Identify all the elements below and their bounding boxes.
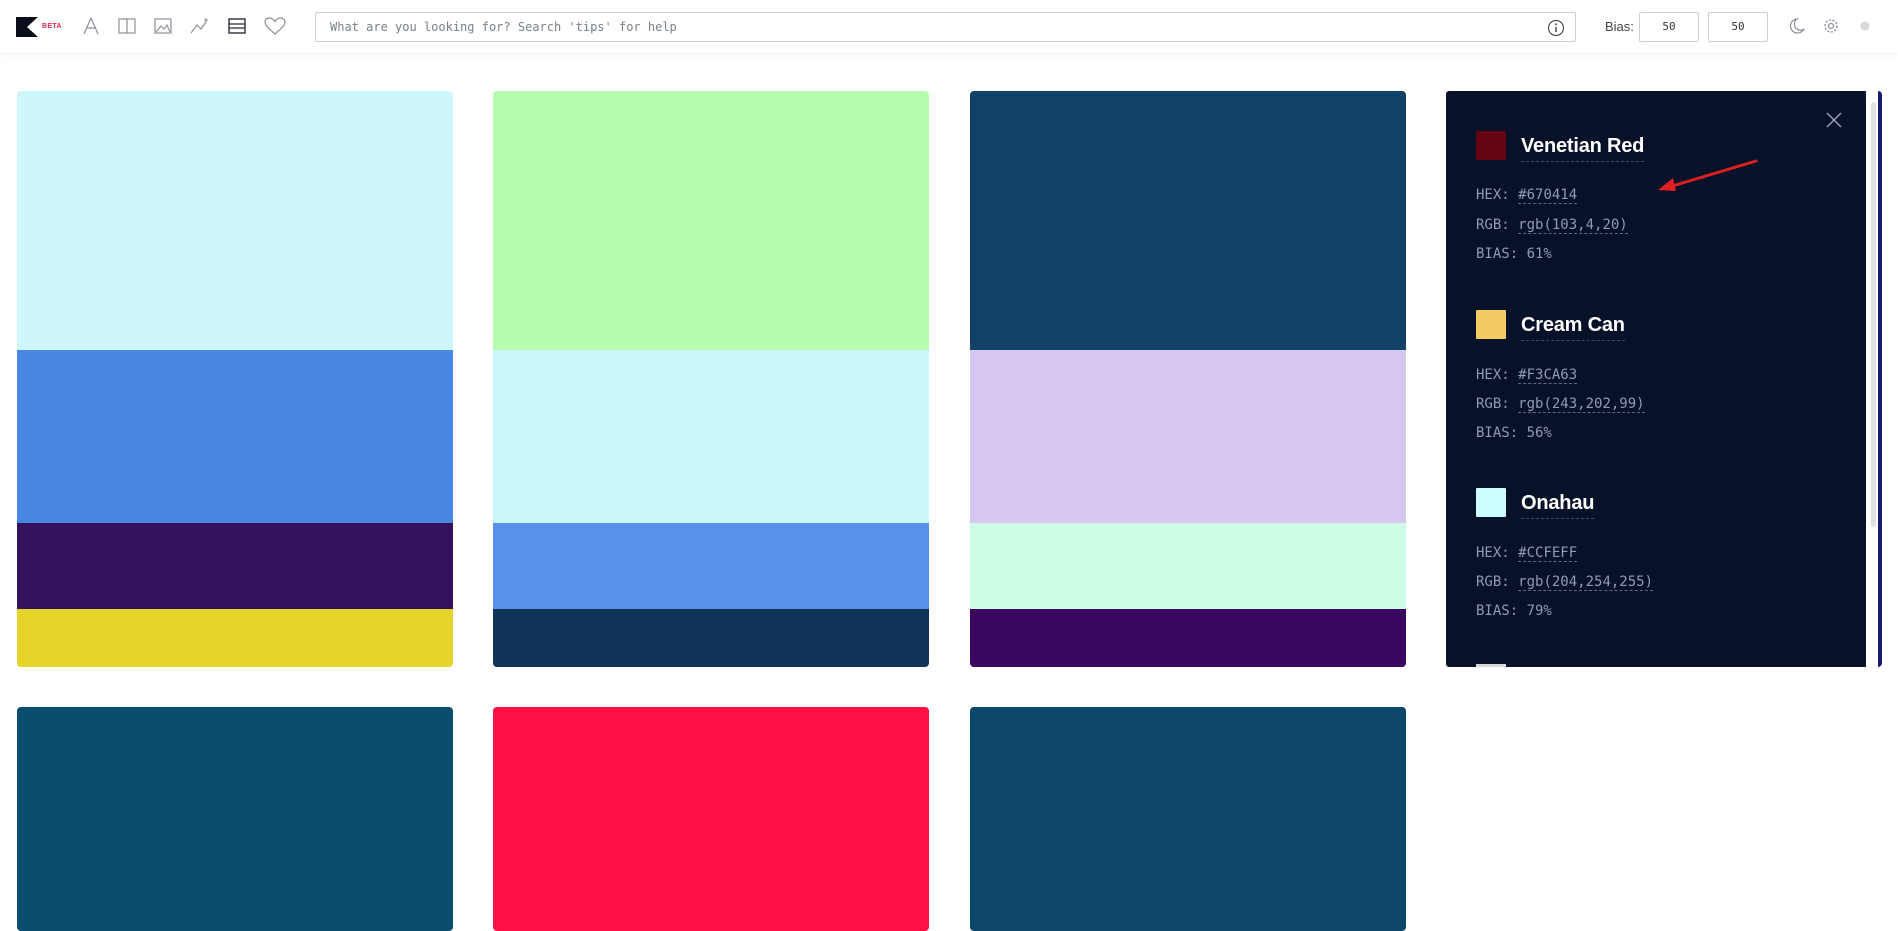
search-box	[315, 12, 1576, 42]
hex-row: HEX: #CCFEFF	[1476, 545, 1578, 562]
palette-card[interactable]	[970, 91, 1406, 667]
palette-card[interactable]	[17, 91, 453, 667]
close-icon[interactable]	[1824, 110, 1844, 130]
logo-icon[interactable]	[16, 17, 38, 37]
list-tool-button[interactable]	[226, 15, 248, 37]
hex-row: HEX: #670414	[1476, 187, 1578, 204]
palette-card[interactable]	[493, 91, 929, 667]
color-swatch[interactable]	[970, 350, 1406, 523]
bias-label: Bias:	[1605, 19, 1634, 34]
dark-mode-toggle[interactable]	[1786, 15, 1808, 37]
rgb-value[interactable]: rgb(243,202,99)	[1518, 396, 1645, 413]
bias-text: BIAS: 61%	[1476, 246, 1552, 262]
color-swatch[interactable]	[17, 707, 453, 931]
color-swatch[interactable]	[493, 350, 929, 523]
hex-label: HEX:	[1476, 545, 1510, 561]
rgb-row: RGB: rgb(243,202,99)	[1476, 396, 1645, 413]
status-dot-icon	[1860, 21, 1870, 31]
rgb-label: RGB:	[1476, 217, 1510, 233]
image-icon	[154, 18, 172, 34]
color-swatch[interactable]	[17, 522, 453, 610]
gear-icon	[1824, 19, 1838, 33]
top-bar: BETA What are you looking for? Search 't…	[0, 0, 1898, 53]
color-chip	[1476, 488, 1506, 517]
color-swatch[interactable]	[493, 522, 929, 610]
generate-tool-button[interactable]	[189, 15, 211, 37]
hex-value[interactable]: #CCFEFF	[1518, 545, 1578, 562]
color-swatch[interactable]	[970, 707, 1406, 931]
color-entry-2: Onahau HEX: #CCFEFF RGB: rgb(204,254,255…	[1476, 488, 1836, 619]
info-icon[interactable]	[1547, 19, 1565, 37]
color-swatch[interactable]	[970, 609, 1406, 667]
panel-scrollbar-thumb[interactable]	[1871, 102, 1876, 527]
settings-button[interactable]	[1820, 15, 1842, 37]
rgb-row: RGB: rgb(204,254,255)	[1476, 574, 1654, 591]
palette-card[interactable]	[970, 707, 1406, 931]
favorites-tool-button[interactable]	[264, 15, 286, 37]
color-swatch[interactable]	[17, 350, 453, 523]
color-swatch[interactable]	[970, 91, 1406, 351]
color-swatch[interactable]	[17, 609, 453, 667]
hex-value[interactable]: #F3CA63	[1518, 367, 1578, 384]
heart-icon	[264, 17, 286, 35]
rgb-row: RGB: rgb(103,4,20)	[1476, 217, 1628, 234]
bias-text: BIAS: 79%	[1476, 603, 1552, 619]
sparkle-chart-icon	[190, 18, 208, 34]
next-color-chip-partial	[1476, 664, 1506, 667]
color-entry-0: Venetian Red HEX: #670414 RGB: rgb(103,4…	[1476, 131, 1836, 262]
color-chip	[1476, 310, 1506, 339]
hex-value[interactable]: #670414	[1518, 187, 1578, 204]
color-swatch[interactable]	[493, 707, 929, 931]
color-swatch[interactable]	[493, 609, 929, 667]
palette-card[interactable]	[493, 707, 929, 931]
rgb-value[interactable]: rgb(103,4,20)	[1518, 217, 1628, 234]
color-detail-panel: Venetian Red HEX: #670414 RGB: rgb(103,4…	[1446, 91, 1866, 667]
bias-input-2[interactable]: 50	[1708, 12, 1768, 42]
list-icon	[228, 18, 246, 34]
color-name[interactable]: Cream Can	[1521, 314, 1625, 341]
palette-card[interactable]	[17, 707, 453, 931]
image-tool-button[interactable]	[152, 15, 174, 37]
hex-row: HEX: #F3CA63	[1476, 367, 1578, 384]
font-tool-button[interactable]	[80, 15, 102, 37]
rgb-value[interactable]: rgb(204,254,255)	[1518, 574, 1654, 591]
color-swatch[interactable]	[493, 91, 929, 351]
rgb-label: RGB:	[1476, 396, 1510, 412]
beta-badge: BETA	[42, 23, 62, 30]
hex-label: HEX:	[1476, 187, 1510, 203]
status-indicator	[1854, 15, 1876, 37]
color-swatch[interactable]	[17, 91, 453, 351]
font-icon	[83, 17, 99, 35]
hex-label: HEX:	[1476, 367, 1510, 383]
bias-text: BIAS: 56%	[1476, 425, 1552, 441]
rgb-label: RGB:	[1476, 574, 1510, 590]
columns-icon	[118, 18, 136, 34]
color-name[interactable]: Onahau	[1521, 492, 1594, 519]
search-input[interactable]	[316, 13, 1575, 41]
bias-input-1[interactable]: 50	[1639, 12, 1699, 42]
moon-icon	[1789, 18, 1805, 34]
color-name[interactable]: Venetian Red	[1521, 135, 1644, 162]
color-entry-1: Cream Can HEX: #F3CA63 RGB: rgb(243,202,…	[1476, 310, 1836, 441]
columns-tool-button[interactable]	[116, 15, 138, 37]
color-swatch[interactable]	[970, 522, 1406, 610]
color-chip	[1476, 131, 1506, 160]
